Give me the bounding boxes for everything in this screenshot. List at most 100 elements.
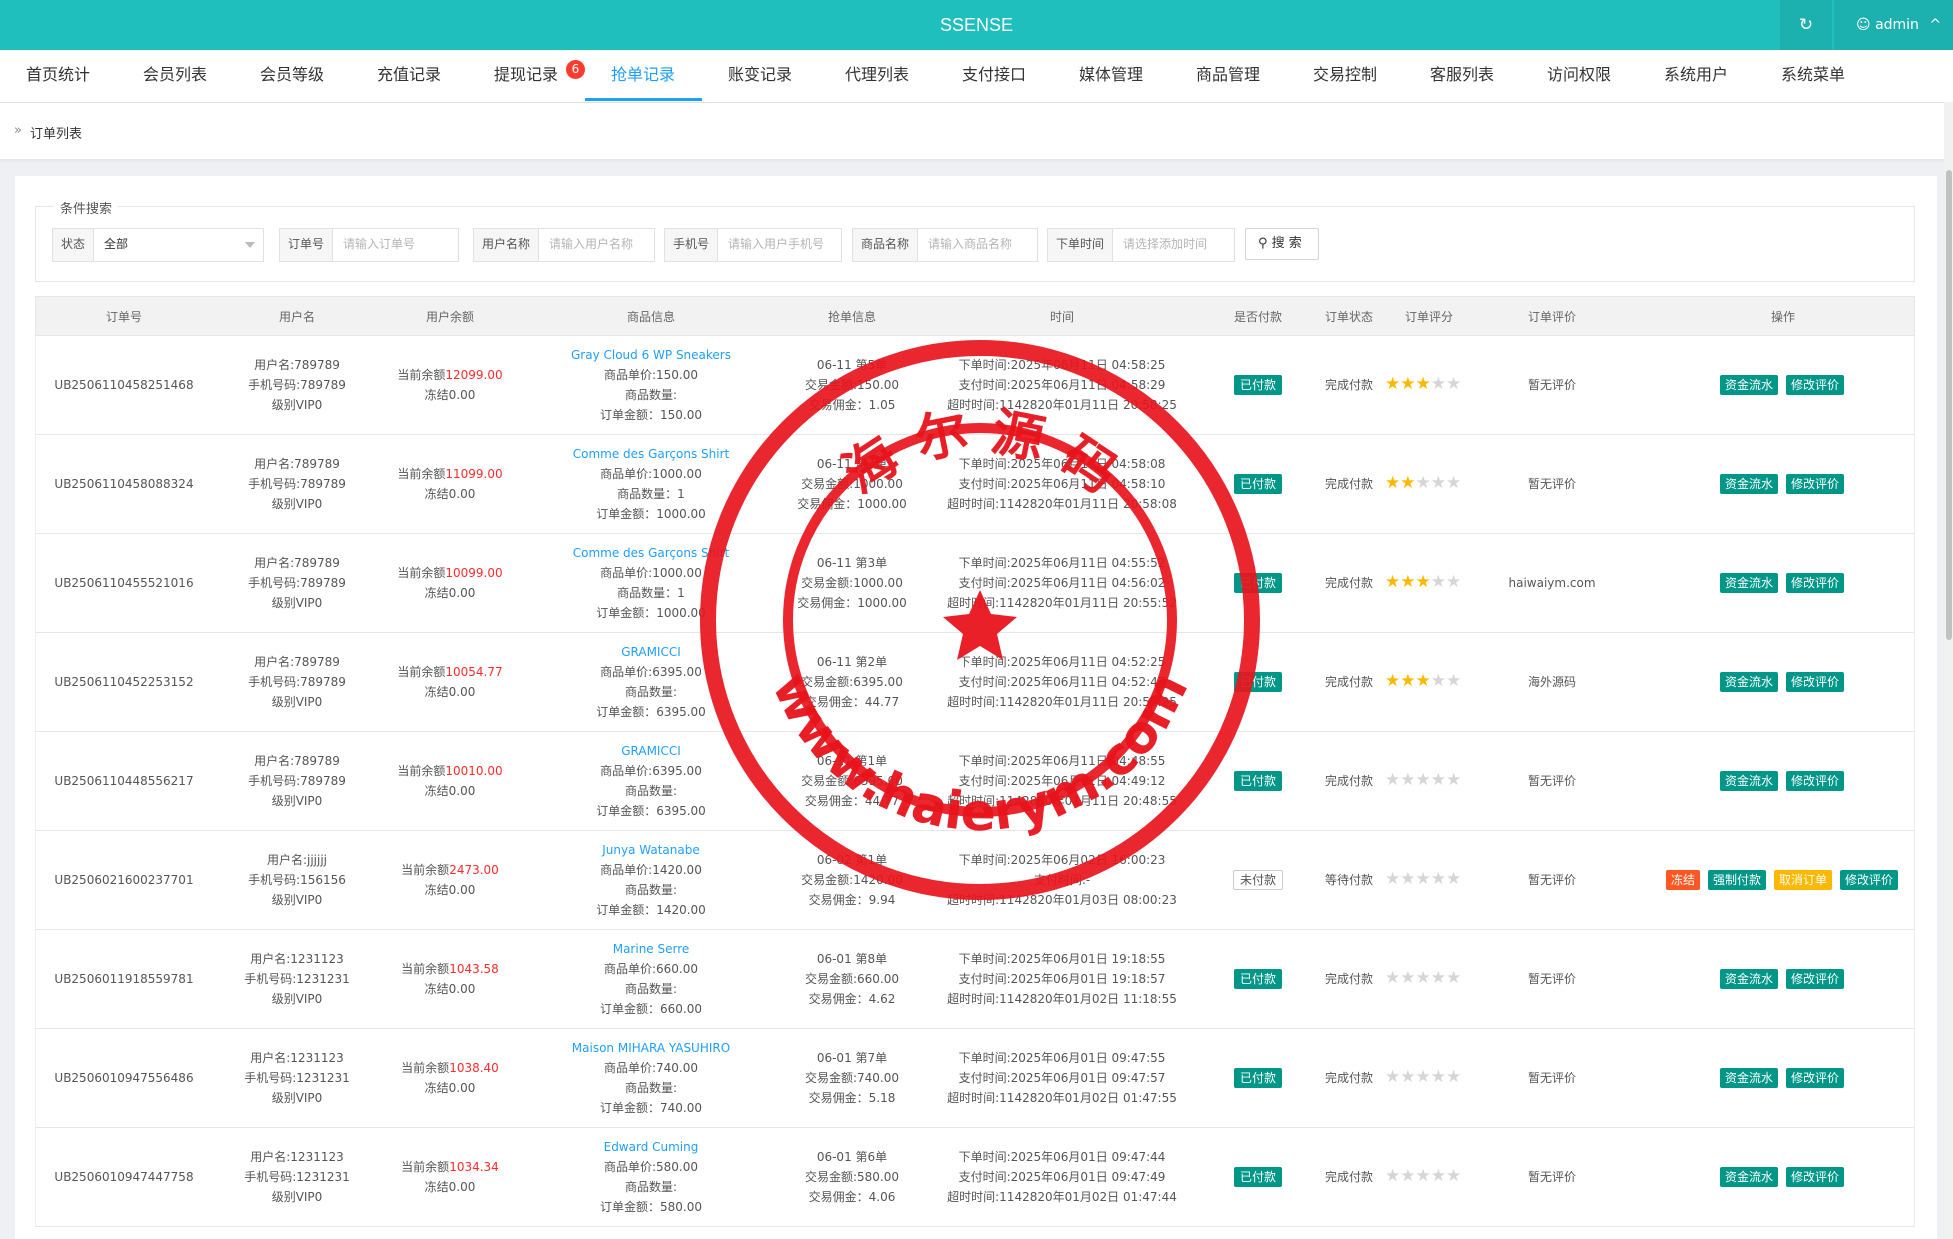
user-name: 用户名:789789 (254, 556, 340, 570)
breadcrumb-label[interactable]: 订单列表 (30, 123, 82, 142)
nav-item[interactable]: 商品管理 (1196, 50, 1260, 102)
grab-cell: 06-11 第5单 交易金额:150.00 交易佣金：1.05 (782, 355, 922, 415)
nav-item[interactable]: 交易控制 (1313, 50, 1377, 102)
star-icon: ★ (1415, 572, 1431, 592)
balance-label: 当前余额 (401, 863, 450, 877)
deal-amount: 交易金额:740.00 (804, 1071, 900, 1085)
order-no-input[interactable]: 请输入订单号 (333, 229, 458, 261)
goods-input[interactable]: 请输入商品名称 (918, 229, 1037, 261)
top-bar: SSENSE ↻ ☺ admin ^ (0, 0, 1953, 50)
nav-item[interactable]: 系统菜单 (1781, 50, 1845, 102)
time-field[interactable]: 下单时间 请选择添加时间 (1047, 228, 1235, 262)
action-button[interactable]: 资金流水 (1720, 1167, 1779, 1187)
nav-item[interactable]: 会员等级 (260, 50, 324, 102)
action-button[interactable]: 修改评价 (1786, 969, 1845, 989)
nav-item[interactable]: 支付接口 (962, 50, 1026, 102)
username-label: 用户名称 (474, 229, 540, 261)
nav-item[interactable]: 访问权限 (1547, 50, 1611, 102)
balance-cell: 当前余额1043.58 冻结0.00 (375, 959, 525, 999)
scrollbar-thumb[interactable] (1946, 170, 1952, 640)
search-icon: ⚲ (1258, 236, 1268, 251)
status-cell: 完成付款 (1309, 1167, 1389, 1187)
user-name: 用户名:1231123 (250, 1051, 344, 1065)
action-button[interactable]: 资金流水 (1720, 474, 1779, 494)
search-panel: 条件搜索 状态 全部 订单号 请输入订单号 用户名称 请输入用户名称 手机号 请… (35, 198, 1915, 282)
commission: 交易佣金：1000.00 (797, 497, 907, 511)
grab-cell: 06-11 第4单 交易金额:1000.00 交易佣金：1000.00 (782, 454, 922, 514)
action-button[interactable]: 资金流水 (1720, 771, 1779, 791)
nav-item[interactable]: 账变记录 (728, 50, 792, 102)
rating-stars: ★★★★★ (1385, 374, 1461, 394)
star-icon: ★ (1400, 374, 1416, 394)
user-cell: 用户名:jjjjjj 手机号码:156156 级别VIP0 (222, 850, 372, 910)
goods-name-link[interactable]: Comme des Garçons Shirt (551, 444, 751, 464)
phone-input[interactable]: 请输入用户手机号 (718, 229, 841, 261)
search-button[interactable]: ⚲ 搜 索 (1245, 228, 1319, 260)
nav-item[interactable]: 媒体管理 (1079, 50, 1143, 102)
column-header: 用户名 (278, 310, 315, 324)
action-button[interactable]: 修改评价 (1786, 771, 1845, 791)
commission: 交易佣金：4.62 (808, 992, 896, 1006)
user-cell: 用户名:789789 手机号码:789789 级别VIP0 (222, 652, 372, 712)
username-input[interactable]: 请输入用户名称 (539, 229, 654, 261)
nav-item[interactable]: 客服列表 (1430, 50, 1494, 102)
nav-item[interactable]: 首页统计 (26, 50, 90, 102)
action-button[interactable]: 资金流水 (1720, 1068, 1779, 1088)
action-button[interactable]: 修改评价 (1786, 573, 1845, 593)
status-value[interactable]: 全部 (94, 229, 263, 261)
user-level: 级别VIP0 (271, 1190, 323, 1204)
balance-value: 10054.77 (445, 665, 503, 679)
grab-seq: 06-11 第1单 (816, 754, 888, 768)
action-button[interactable]: 修改评价 (1786, 672, 1845, 692)
goods-field[interactable]: 商品名称 请输入商品名称 (852, 228, 1038, 262)
action-button[interactable]: 资金流水 (1720, 375, 1779, 395)
nav-item[interactable]: 会员列表 (143, 50, 207, 102)
status-select[interactable]: 状态 全部 (52, 228, 264, 262)
nav-item[interactable]: 抢单记录 (611, 50, 675, 102)
nav-item[interactable]: 提现记录 (494, 50, 558, 102)
nav-item[interactable]: 充值记录 (377, 50, 441, 102)
goods-name-link[interactable]: GRAMICCI (551, 642, 751, 662)
action-button[interactable]: 资金流水 (1720, 573, 1779, 593)
action-button[interactable]: 资金流水 (1720, 672, 1779, 692)
nav-item[interactable]: 系统用户 (1664, 50, 1728, 102)
goods-name-link[interactable]: GRAMICCI (551, 741, 751, 761)
action-button[interactable]: 修改评价 (1786, 375, 1845, 395)
goods-name-link[interactable]: Junya Watanabe (551, 840, 751, 860)
nav-item[interactable]: 代理列表 (845, 50, 909, 102)
action-button[interactable]: 强制付款 (1708, 870, 1767, 890)
action-button[interactable]: 修改评价 (1840, 870, 1899, 890)
commission: 交易佣金：5.18 (808, 1091, 896, 1105)
action-button[interactable]: 修改评价 (1786, 1068, 1845, 1088)
star-icon: ★ (1400, 671, 1416, 691)
goods-name-link[interactable]: Comme des Garçons Shirt (551, 543, 751, 563)
username-field[interactable]: 用户名称 请输入用户名称 (473, 228, 655, 262)
user-name: 用户名:1231123 (250, 1150, 344, 1164)
action-button[interactable]: 修改评价 (1786, 1167, 1845, 1187)
status-cell: 完成付款 (1309, 474, 1389, 494)
deal-amount: 交易金额:1420.00 (801, 873, 903, 887)
goods-name-link[interactable]: Maison MIHARA YASUHIRO (551, 1038, 751, 1058)
star-icon: ★ (1430, 1166, 1446, 1186)
action-button[interactable]: 修改评价 (1786, 474, 1845, 494)
action-button[interactable]: 冻结 (1666, 870, 1701, 890)
star-icon: ★ (1446, 1067, 1462, 1087)
goods-name-link[interactable]: Edward Cuming (551, 1137, 751, 1157)
action-button[interactable]: 取消订单 (1774, 870, 1833, 890)
goods-name-link[interactable]: Gray Cloud 6 WP Sneakers (551, 345, 751, 365)
user-level: 级别VIP0 (271, 794, 323, 808)
order-status: 完成付款 (1324, 477, 1373, 491)
refresh-icon[interactable]: ↻ (1780, 0, 1832, 50)
column-header: 操作 (1770, 310, 1795, 324)
order-no-cell: UB2506110458088324 (44, 474, 204, 494)
user-name: 用户名:789789 (254, 358, 340, 372)
phone-field[interactable]: 手机号 请输入用户手机号 (664, 228, 842, 262)
action-button[interactable]: 资金流水 (1720, 969, 1779, 989)
goods-name-link[interactable]: Marine Serre (551, 939, 751, 959)
user-phone: 手机号码:789789 (248, 477, 346, 491)
time-input[interactable]: 请选择添加时间 (1113, 229, 1234, 261)
column-header: 抢单信息 (827, 310, 876, 324)
user-menu[interactable]: ☺ admin ^ (1834, 0, 1953, 50)
order-no-field[interactable]: 订单号 请输入订单号 (279, 228, 459, 262)
star-icon: ★ (1430, 869, 1446, 889)
